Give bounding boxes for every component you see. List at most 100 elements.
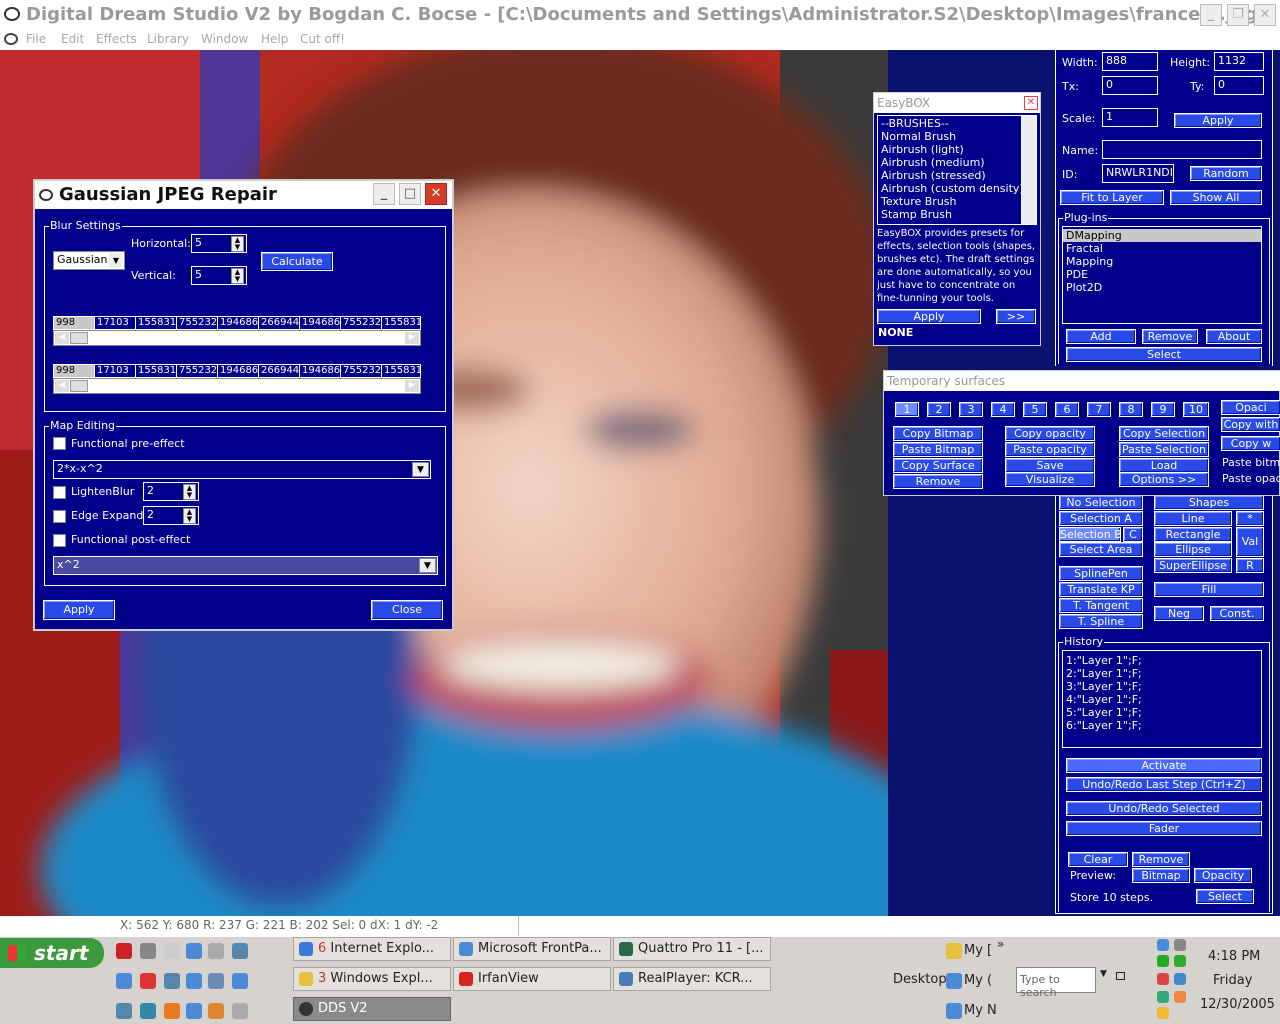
- pre-formula-select[interactable]: 2*x-x^2 ▼: [53, 460, 431, 479]
- tray-icon[interactable]: [1157, 1007, 1169, 1019]
- tray-icon[interactable]: [1157, 955, 1169, 967]
- task-windows-explorer[interactable]: 3 Windows Expl...: [293, 967, 451, 991]
- temp-options-button[interactable]: Options >>: [1119, 472, 1209, 487]
- edge-expand-spinner[interactable]: ▲ ▼: [183, 508, 196, 524]
- gaussian-minimize-button[interactable]: _: [373, 183, 395, 205]
- my-network-link[interactable]: My N: [964, 1003, 997, 1018]
- quicklaunch-icon[interactable]: [140, 943, 156, 959]
- quicklaunch-icon[interactable]: [116, 973, 132, 989]
- copy-w-button[interactable]: Copy w: [1221, 436, 1280, 451]
- gaussian-maximize-button[interactable]: □: [399, 183, 421, 205]
- rectangle-button[interactable]: Rectangle: [1154, 527, 1232, 542]
- history-item[interactable]: 1:"Layer 1";F;: [1063, 654, 1261, 667]
- val-button[interactable]: Val: [1236, 527, 1264, 557]
- quicklaunch-icon[interactable]: [140, 1003, 156, 1019]
- quicklaunch-icon[interactable]: [140, 973, 156, 989]
- surface-slot-2[interactable]: 2: [927, 402, 951, 417]
- t-tangent-button[interactable]: T. Tangent: [1059, 598, 1143, 613]
- quicklaunch-icon[interactable]: [116, 1003, 132, 1019]
- kernel-cell[interactable]: 266944: [259, 365, 300, 377]
- kernel-values-1[interactable]: 998 17103 155831 755232 194686 266944 194686 75…: [53, 316, 421, 330]
- show-all-button[interactable]: Show All: [1170, 190, 1262, 205]
- tray-icon[interactable]: [1157, 973, 1169, 985]
- app-eye-icon[interactable]: [4, 7, 20, 21]
- easybox-item[interactable]: --BRUSHES--: [878, 117, 1036, 130]
- chevron-down-icon[interactable]: ▼: [419, 558, 436, 573]
- easybox-close-icon[interactable]: ✕: [1024, 96, 1038, 110]
- quicklaunch-icon[interactable]: [164, 1003, 180, 1019]
- selection-a-button[interactable]: Selection A: [1059, 511, 1143, 526]
- easybox-more-button[interactable]: >>: [996, 309, 1036, 324]
- t-spline-button[interactable]: T. Spline: [1059, 614, 1143, 629]
- surface-slot-8[interactable]: 8: [1119, 402, 1143, 417]
- chevron-right-icon[interactable]: »: [997, 937, 1004, 951]
- const-button[interactable]: Const.: [1210, 606, 1264, 621]
- undo-selected-button[interactable]: Undo/Redo Selected: [1066, 801, 1262, 816]
- kernel-cell[interactable]: 155831: [382, 317, 420, 329]
- close-button[interactable]: ✕: [1254, 4, 1276, 26]
- scroll-right-icon[interactable]: ▶: [405, 332, 419, 344]
- temp-load-button[interactable]: Load: [1119, 458, 1209, 473]
- network-icon[interactable]: [946, 1003, 962, 1019]
- kernel-cell[interactable]: 755232: [177, 365, 218, 377]
- quicklaunch-icon[interactable]: [208, 973, 224, 989]
- scroll-thumb[interactable]: [70, 380, 88, 392]
- lightenblur-spinner[interactable]: ▲ ▼: [183, 484, 196, 500]
- scale-input[interactable]: 1: [1102, 108, 1158, 127]
- task-realplayer[interactable]: RealPlayer: KCR...: [613, 967, 771, 991]
- easybox-item[interactable]: Texture Brush: [878, 195, 1036, 208]
- kernel-cell[interactable]: 194686: [218, 365, 259, 377]
- clock-time[interactable]: 4:18 PM: [1208, 949, 1260, 964]
- kernel-cell[interactable]: 266944: [259, 317, 300, 329]
- easybox-item[interactable]: Airbrush (medium): [878, 156, 1036, 169]
- kernel-cell[interactable]: 155831: [382, 365, 420, 377]
- id-input[interactable]: NRWLR1NDI: [1102, 164, 1174, 183]
- quicklaunch-icon[interactable]: [232, 973, 248, 989]
- menu-cut-off[interactable]: Cut off!: [300, 32, 345, 46]
- tx-input[interactable]: 0: [1102, 76, 1158, 95]
- fill-button[interactable]: Fill: [1154, 582, 1264, 597]
- kernel-cell[interactable]: 155831: [136, 317, 177, 329]
- tray-icon[interactable]: [1174, 991, 1186, 1003]
- quicklaunch-icon[interactable]: [232, 943, 248, 959]
- tray-icon[interactable]: [1157, 991, 1169, 1003]
- tray-icon[interactable]: [1174, 973, 1186, 985]
- kernel-cell[interactable]: 17103: [95, 317, 136, 329]
- menu-library[interactable]: Library: [147, 32, 189, 46]
- no-selection-button[interactable]: No Selection: [1059, 495, 1143, 510]
- history-item[interactable]: 4:"Layer 1";F;: [1063, 693, 1261, 706]
- my-documents-link[interactable]: My [: [964, 943, 992, 958]
- post-formula-select[interactable]: x^2 ▼: [53, 556, 438, 575]
- gaussian-close-button[interactable]: ✕: [425, 183, 447, 205]
- surface-slot-10[interactable]: 10: [1183, 402, 1209, 417]
- kernel-values-2[interactable]: 998 17103 155831 755232 194686 266944 194686 75…: [53, 364, 421, 378]
- kernel-cell[interactable]: 755232: [341, 317, 382, 329]
- surface-slot-7[interactable]: 7: [1087, 402, 1111, 417]
- gaussian-close-button-bottom[interactable]: Close: [371, 600, 443, 620]
- height-input[interactable]: 1132: [1214, 52, 1264, 71]
- edge-expand-checkbox[interactable]: [53, 510, 66, 523]
- scroll-right-icon[interactable]: ▶: [405, 380, 419, 392]
- surface-slot-6[interactable]: 6: [1055, 402, 1079, 417]
- tray-icon[interactable]: [1174, 939, 1186, 951]
- temp-remove-button[interactable]: Remove: [893, 474, 983, 489]
- history-select-button[interactable]: Select: [1196, 889, 1254, 904]
- name-input[interactable]: [1102, 140, 1262, 159]
- copy-surface-button[interactable]: Copy Surface: [893, 458, 983, 473]
- computer-icon[interactable]: [946, 973, 962, 989]
- paste-selection-button[interactable]: Paste Selection: [1119, 442, 1209, 457]
- blur-method-select[interactable]: Gaussian ▼: [53, 251, 125, 270]
- copy-with-button[interactable]: Copy with: [1221, 417, 1280, 432]
- quicklaunch-icon[interactable]: [164, 943, 180, 959]
- history-clear-button[interactable]: Clear: [1068, 852, 1128, 867]
- tray-icon[interactable]: [1174, 955, 1186, 967]
- copy-opacity-button[interactable]: Copy opacity: [1005, 426, 1095, 441]
- kernel-cell[interactable]: 998: [54, 317, 95, 329]
- history-remove-button[interactable]: Remove: [1132, 852, 1190, 867]
- minimize-button[interactable]: _: [1200, 4, 1222, 26]
- line-button[interactable]: Line: [1154, 511, 1232, 526]
- splinepen-button[interactable]: SplinePen: [1059, 566, 1143, 581]
- menu-eye-icon[interactable]: [4, 33, 18, 45]
- gaussian-apply-button[interactable]: Apply: [43, 600, 115, 620]
- easybox-apply-button[interactable]: Apply: [877, 309, 981, 324]
